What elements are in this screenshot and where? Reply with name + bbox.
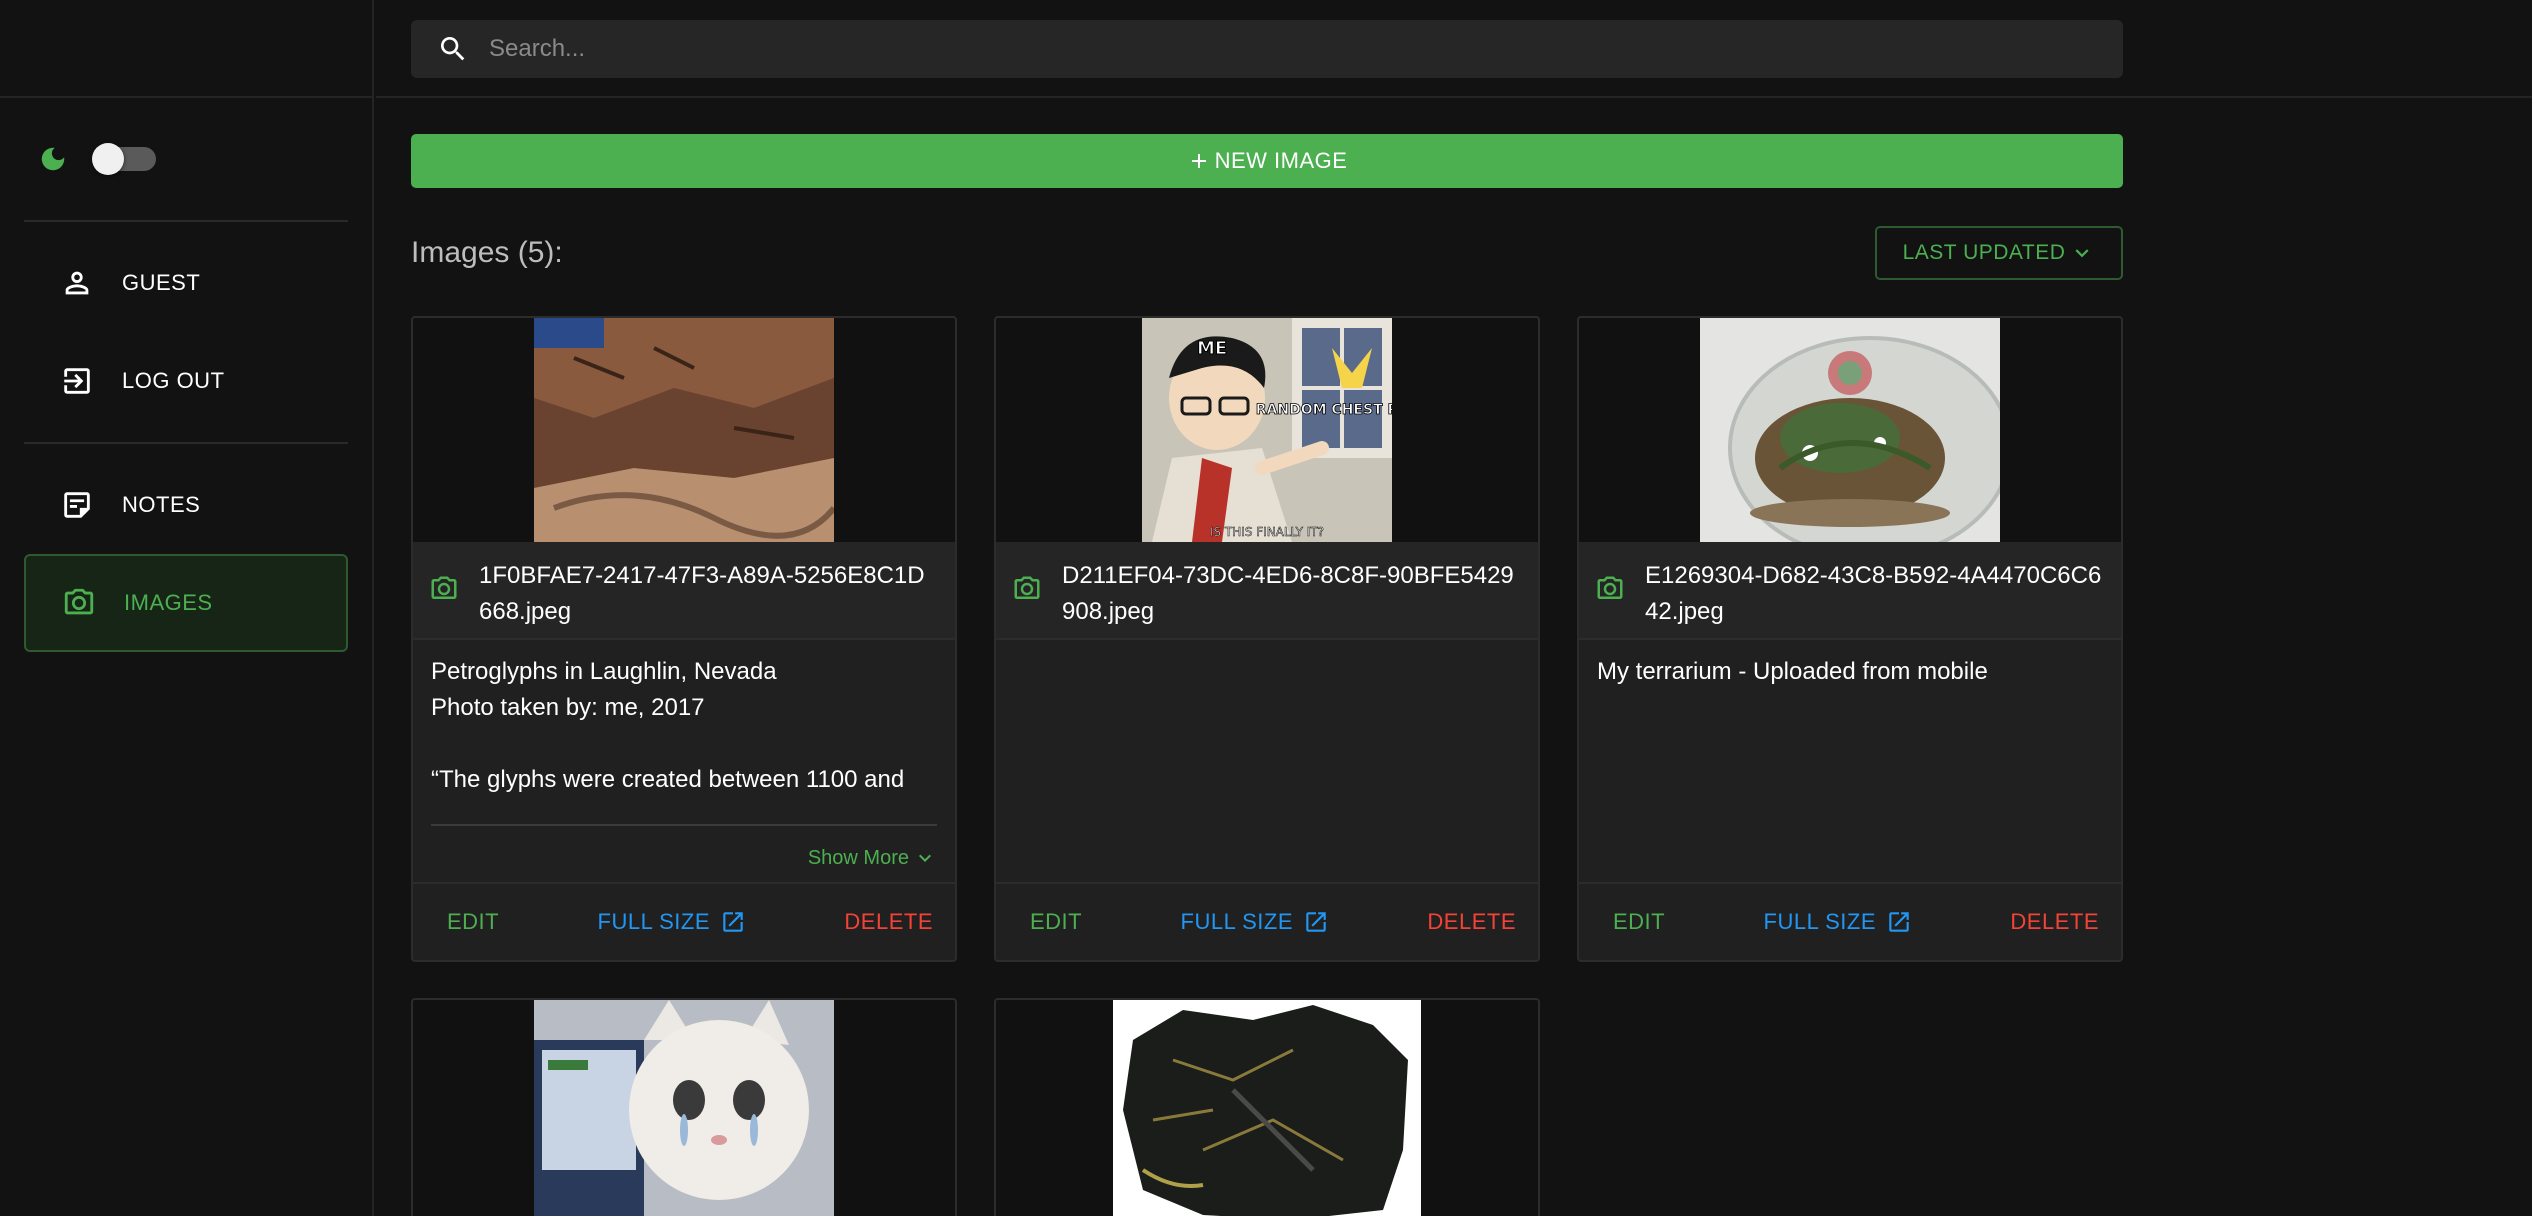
sidebar: GUEST LOG OUT NOTES IMAGES xyxy=(0,0,374,1216)
images-grid: 1F0BFAE7-2417-47F3-A89A-5256E8C1D668.jpe… xyxy=(411,316,2123,1216)
image-card-title: 1F0BFAE7-2417-47F3-A89A-5256E8C1D668.jpe… xyxy=(413,542,955,640)
sidebar-item-label: IMAGES xyxy=(124,590,213,615)
image-card-actions: EDIT FULL SIZE DELETE xyxy=(413,882,955,960)
camera-icon xyxy=(64,588,94,615)
search-bar[interactable] xyxy=(411,20,2123,78)
image-thumbnail-area[interactable] xyxy=(996,1000,1538,1216)
chevron-down-icon xyxy=(919,854,931,862)
sidebar-item-logout[interactable]: LOG OUT xyxy=(24,332,348,430)
image-card xyxy=(411,998,957,1216)
sidebar-item-label: GUEST xyxy=(122,270,201,295)
image-description: My terrarium - Uploaded from mobile xyxy=(1597,658,1988,685)
sidebar-item-images[interactable]: IMAGES xyxy=(24,554,348,652)
image-thumbnail-crying-cat[interactable] xyxy=(534,1000,834,1216)
sort-button[interactable]: LAST UPDATED xyxy=(1875,226,2123,280)
camera-icon xyxy=(1597,576,1623,599)
open-in-new-icon xyxy=(1306,912,1326,932)
theme-toggle-knob[interactable] xyxy=(92,143,124,175)
image-thumbnail-area[interactable] xyxy=(413,318,955,542)
sidebar-item-label: LOG OUT xyxy=(122,368,225,393)
full-size-label: FULL SIZE xyxy=(1180,909,1294,934)
edit-button[interactable]: EDIT xyxy=(1613,909,1665,935)
full-size-label: FULL SIZE xyxy=(1763,909,1877,934)
image-thumbnail-meme[interactable]: ME RANDOM CHEST PAIN IS THIS FINALLY IT? xyxy=(1142,318,1392,542)
main-content: NEW IMAGE Images (5): LAST UPDATED 1F0BF… xyxy=(411,134,2123,1216)
images-count-title: Images (5): xyxy=(411,236,563,269)
open-in-new-icon xyxy=(723,912,743,932)
sidebar-header xyxy=(0,0,372,98)
image-thumbnail-mineral[interactable] xyxy=(1113,1000,1421,1216)
sidebar-item-label: NOTES xyxy=(122,492,201,517)
delete-button[interactable]: DELETE xyxy=(1427,909,1516,935)
new-image-button[interactable]: NEW IMAGE xyxy=(411,134,2123,188)
image-filename: D211EF04-73DC-4ED6-8C8F-90BFE5429908.jpe… xyxy=(1062,562,1514,625)
search-input[interactable] xyxy=(489,35,1989,63)
image-filename: 1F0BFAE7-2417-47F3-A89A-5256E8C1D668.jpe… xyxy=(479,562,925,625)
image-description: Petroglyphs in Laughlin, Nevada Photo ta… xyxy=(431,658,905,793)
sidebar-item-notes[interactable]: NOTES xyxy=(24,456,348,554)
image-thumbnail-petroglyphs[interactable] xyxy=(534,318,834,542)
full-size-button[interactable]: FULL SIZE xyxy=(1181,909,1330,935)
show-more-button[interactable]: Show More xyxy=(431,824,937,890)
image-card: ME RANDOM CHEST PAIN IS THIS FINALLY IT?… xyxy=(994,316,1540,962)
plus-icon xyxy=(1191,154,1206,168)
delete-button[interactable]: DELETE xyxy=(2010,909,2099,935)
new-image-label: NEW IMAGE xyxy=(1214,148,1348,173)
full-size-button[interactable]: FULL SIZE xyxy=(1764,909,1913,935)
camera-icon xyxy=(1014,576,1040,599)
topbar xyxy=(376,0,2532,98)
image-card: E1269304-D682-43C8-B592-4A4470C6C642.jpe… xyxy=(1577,316,2123,962)
nav-group-content: NOTES IMAGES xyxy=(0,444,372,664)
logout-icon xyxy=(64,368,90,394)
image-card xyxy=(994,998,1540,1216)
image-description xyxy=(1014,654,1520,822)
nav-group-account: GUEST LOG OUT xyxy=(0,222,372,442)
camera-icon xyxy=(431,576,457,599)
image-thumbnail-area[interactable] xyxy=(1579,318,2121,542)
chevron-down-icon xyxy=(2075,249,2089,258)
sidebar-item-guest[interactable]: GUEST xyxy=(24,234,348,332)
search-icon xyxy=(441,37,465,61)
image-card-title: E1269304-D682-43C8-B592-4A4470C6C642.jpe… xyxy=(1579,542,2121,640)
image-card-title: D211EF04-73DC-4ED6-8C8F-90BFE5429908.jpe… xyxy=(996,542,1538,640)
image-thumbnail-area[interactable]: ME RANDOM CHEST PAIN IS THIS FINALLY IT? xyxy=(996,318,1538,542)
image-card: 1F0BFAE7-2417-47F3-A89A-5256E8C1D668.jpe… xyxy=(411,316,957,962)
delete-button[interactable]: DELETE xyxy=(844,909,933,935)
notes-icon xyxy=(64,492,90,518)
edit-button[interactable]: EDIT xyxy=(1030,909,1082,935)
image-filename: E1269304-D682-43C8-B592-4A4470C6C642.jpe… xyxy=(1645,562,2102,625)
image-card-actions: EDIT FULL SIZE DELETE xyxy=(996,882,1538,960)
edit-button[interactable]: EDIT xyxy=(447,909,499,935)
open-in-new-icon xyxy=(1889,912,1909,932)
person-icon xyxy=(65,271,89,295)
image-card-actions: EDIT FULL SIZE DELETE xyxy=(1579,882,2121,960)
sort-label: LAST UPDATED xyxy=(1902,241,2066,264)
meme-top-text: ME xyxy=(1197,338,1227,359)
meme-bottom-text: IS THIS FINALLY IT? xyxy=(1210,525,1324,539)
image-card-body: Petroglyphs in Laughlin, Nevada Photo ta… xyxy=(413,640,955,882)
show-more-label: Show More xyxy=(807,846,909,869)
image-card-body: My terrarium - Uploaded from mobile xyxy=(1579,640,2121,882)
theme-toggle[interactable] xyxy=(92,143,156,175)
meme-right-text: RANDOM CHEST PAIN xyxy=(1256,402,1392,418)
app: GUEST LOG OUT NOTES IMAGES Search... NEW… xyxy=(0,0,2532,1216)
image-thumbnail-terrarium[interactable] xyxy=(1700,318,2000,542)
moon-icon xyxy=(41,147,65,171)
image-thumbnail-area[interactable] xyxy=(413,1000,955,1216)
image-card-body xyxy=(996,640,1538,882)
list-header: Images (5): LAST UPDATED xyxy=(411,226,2123,280)
full-size-button[interactable]: FULL SIZE xyxy=(598,909,747,935)
full-size-label: FULL SIZE xyxy=(597,909,711,934)
theme-row xyxy=(0,98,372,220)
